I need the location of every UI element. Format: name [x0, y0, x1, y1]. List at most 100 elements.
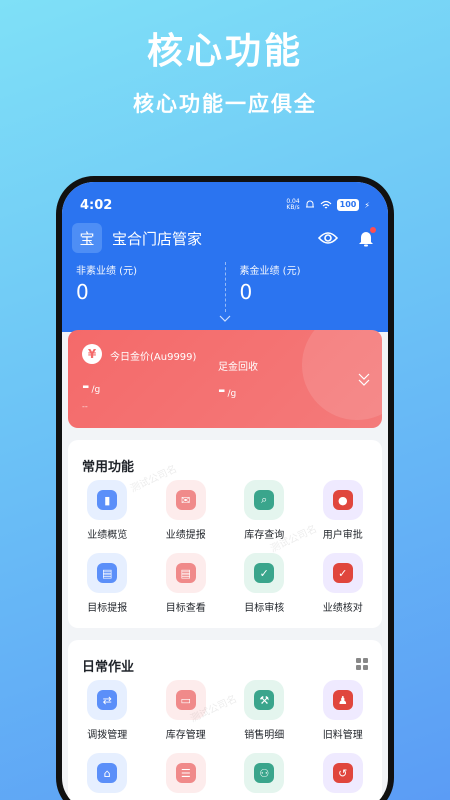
- common-functions-card: 常用功能 ▮ 业绩概览 ✉ 业绩提报 ⌕ 库存查询 ● 用户审批 ▤ 目标提报 ▤ 目标查看 ✓ 目标审核…: [68, 440, 382, 628]
- inventory-icon: ▭: [175, 690, 196, 710]
- phone-screen: 4:02 0.04 KB/s 100 ⚡ 宝 宝合门店管家 非素业绩 (元) 0…: [62, 182, 388, 800]
- clipboard-icon: ▤: [97, 563, 118, 583]
- double-chevron-down-icon: [358, 373, 370, 386]
- app-name: 宝合门店管家: [112, 229, 203, 248]
- promo-title: 核心功能: [146, 31, 303, 72]
- grid-item-label: 业绩提报: [165, 530, 206, 541]
- function-tile: ⌕: [244, 480, 285, 520]
- grid-item[interactable]: ⌕ 库存查询: [225, 480, 304, 541]
- daily-work-title: 日常作业: [82, 660, 135, 675]
- check-icon: ✓: [254, 563, 275, 583]
- chevron-down-icon: [219, 315, 231, 322]
- daily-work-card: 日常作业 ⇄ 调拨管理 ▭ 库存管理 ⚒ 销售明细 ♟ 旧料管理 ⌂远程闭店☰销售订单⚇入库查询…: [68, 640, 382, 800]
- gold-price-value: -/g: [82, 376, 100, 397]
- charging-icon: ⚡: [364, 200, 370, 210]
- grid-item[interactable]: ▭ 库存管理: [147, 680, 226, 741]
- performance-summary: 非素业绩 (元) 0 素金业绩 (元) 0: [62, 262, 388, 312]
- grid-item-label: 目标审核: [244, 603, 285, 614]
- function-tile: ▤: [87, 553, 128, 593]
- network-speed: 0.04 KB/s: [286, 199, 299, 211]
- function-tile: ✓: [244, 553, 285, 593]
- function-tile: ⚇: [244, 753, 285, 793]
- user-icon: ●: [332, 490, 353, 510]
- clipboard-icon: ▤: [175, 563, 196, 583]
- grid-item-label: 业绩核对: [322, 603, 363, 614]
- grid-item[interactable]: ▤ 目标查看: [147, 553, 226, 614]
- function-tile: ✉: [165, 480, 206, 520]
- grid-item-label: 目标查看: [165, 603, 206, 614]
- function-tile: ●: [322, 480, 363, 520]
- recycle-price-unit: /g: [227, 389, 237, 399]
- grid-view-icon[interactable]: [356, 658, 368, 670]
- grid-item[interactable]: ↺退货查询: [304, 753, 383, 800]
- store-icon: ⌂: [97, 763, 118, 783]
- non-plain-value: 0: [76, 280, 89, 304]
- alarm-icon: [305, 200, 314, 208]
- gold-price-card[interactable]: ¥ 今日金价(Au9999) -/g -- 足金回收 -/g: [68, 330, 382, 428]
- plain-value: 0: [239, 280, 253, 304]
- gold-price-label: 今日金价(Au9999): [110, 352, 197, 363]
- grid-item[interactable]: ● 用户审批: [304, 480, 383, 541]
- grid-item[interactable]: ⚇入库查询: [225, 753, 304, 800]
- check-icon: ✓: [332, 563, 353, 583]
- grid-item[interactable]: ▤ 目标提报: [68, 553, 147, 614]
- status-icons: 0.04 KB/s 100 ⚡: [286, 199, 370, 211]
- function-tile: ☰: [165, 753, 206, 793]
- mail-icon: ✉: [175, 490, 196, 510]
- common-functions-title: 常用功能: [82, 460, 135, 475]
- status-bar: 4:02 0.04 KB/s 100 ⚡: [80, 196, 370, 214]
- notification-button[interactable]: [354, 226, 378, 250]
- grid-item[interactable]: ✓ 业绩核对: [304, 553, 383, 614]
- eye-icon: [318, 232, 338, 244]
- promo-subtitle: 核心功能一应俱全: [133, 92, 317, 116]
- recycle-price-value: -/g: [218, 380, 236, 401]
- function-tile: ⌂: [87, 753, 128, 793]
- recycle-price-number: -: [218, 380, 226, 401]
- function-tile: ⇄: [87, 680, 128, 720]
- grid-item[interactable]: ▮ 业绩概览: [68, 480, 147, 541]
- chart-icon: ▮: [97, 490, 118, 510]
- yen-icon: ¥: [82, 344, 102, 364]
- decorative-circle: [302, 330, 382, 420]
- notification-badge: [370, 227, 376, 233]
- grid-item[interactable]: ⚒ 销售明细: [225, 680, 304, 741]
- visibility-button[interactable]: [316, 226, 340, 250]
- grid-item-label: 业绩概览: [87, 530, 128, 541]
- phone-frame: 4:02 0.04 KB/s 100 ⚡ 宝 宝合门店管家 非素业绩 (元) 0…: [56, 176, 394, 800]
- person-scale-icon: ♟: [332, 690, 353, 710]
- status-time: 4:02: [80, 197, 113, 213]
- app-logo: 宝: [72, 223, 102, 253]
- recycle-label: 足金回收: [218, 362, 258, 373]
- non-plain-performance: 非素业绩 (元) 0: [62, 262, 225, 312]
- grid-item[interactable]: ✉ 业绩提报: [147, 480, 226, 541]
- network-speed-unit: KB/s: [286, 204, 300, 211]
- grid-item-label: 用户审批: [322, 530, 363, 541]
- transfer-icon: ⇄: [97, 690, 118, 710]
- grid-item-label: 调拨管理: [87, 730, 128, 741]
- grid-item-label: 销售明细: [244, 730, 285, 741]
- app-bar: 宝 宝合门店管家: [72, 222, 378, 254]
- grid-item[interactable]: ☰销售订单: [147, 753, 226, 800]
- non-plain-label: 非素业绩 (元): [76, 266, 137, 277]
- grid-item-label: 旧料管理: [322, 730, 363, 741]
- battery-icon: 100: [336, 199, 360, 211]
- wrench-icon: ⚒: [254, 690, 275, 710]
- gold-price-sub: --: [82, 402, 88, 411]
- gold-price-unit: /g: [91, 385, 101, 395]
- wifi-icon: [320, 200, 332, 209]
- order-icon: ☰: [175, 763, 196, 783]
- grid-item-label: 库存查询: [244, 530, 285, 541]
- grid-item[interactable]: ✓ 目标审核: [225, 553, 304, 614]
- gold-price-number: -: [82, 376, 90, 397]
- gold-expand-button[interactable]: [358, 372, 370, 391]
- expand-button[interactable]: [219, 308, 231, 327]
- grid-item-label: 目标提报: [87, 603, 128, 614]
- function-tile: ▮: [87, 480, 128, 520]
- grid-item[interactable]: ♟ 旧料管理: [304, 680, 383, 741]
- function-tile: ↺: [322, 753, 363, 793]
- function-tile: ⚒: [244, 680, 285, 720]
- plain-label: 素金业绩 (元): [239, 266, 301, 277]
- grid-item[interactable]: ⇄ 调拨管理: [68, 680, 147, 741]
- grid-item[interactable]: ⌂远程闭店: [68, 753, 147, 800]
- grid-item-label: 库存管理: [165, 730, 206, 741]
